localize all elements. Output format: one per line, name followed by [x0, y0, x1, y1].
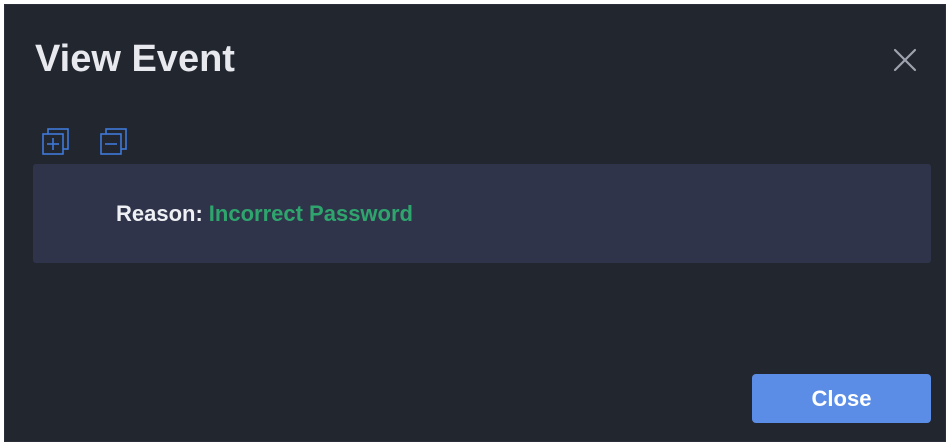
expand-all-icon[interactable] [41, 127, 71, 157]
reason-value: Incorrect Password [208, 201, 413, 226]
close-icon[interactable] [891, 46, 919, 74]
view-event-dialog: View Event Reason: Incorrect Password Clo… [4, 4, 946, 442]
close-button[interactable]: Close [752, 374, 931, 423]
event-details-panel: Reason: Incorrect Password [33, 164, 931, 263]
tree-controls [41, 127, 129, 157]
collapse-all-icon[interactable] [99, 127, 129, 157]
reason-row: Reason: Incorrect Password [116, 201, 413, 227]
dialog-title: View Event [35, 38, 235, 80]
reason-label: Reason: [116, 201, 203, 226]
